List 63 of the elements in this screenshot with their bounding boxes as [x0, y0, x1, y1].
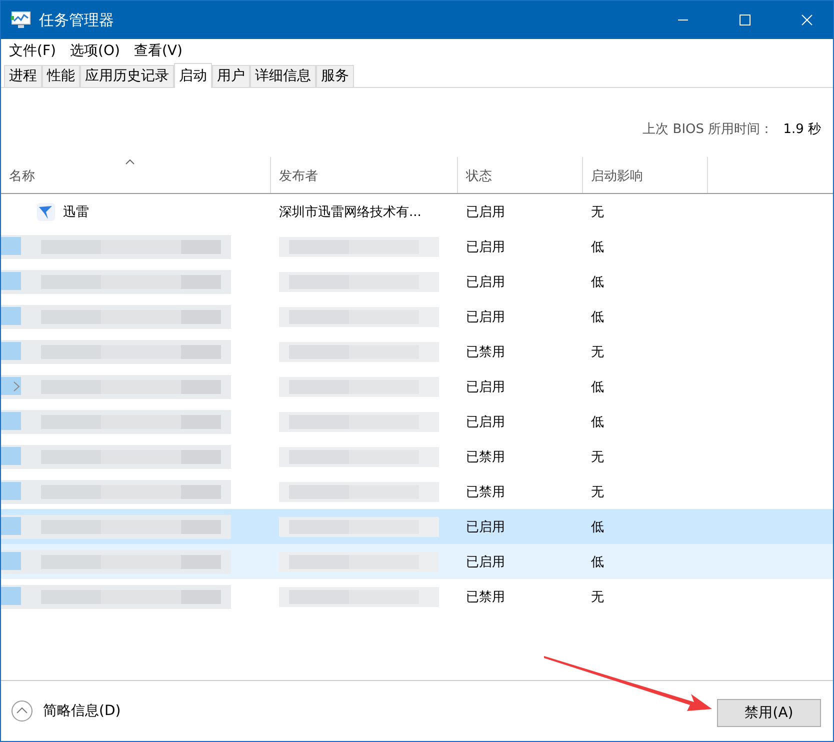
collapse-icon[interactable] [11, 700, 33, 722]
table-row[interactable]: 已启用 低 [1, 369, 833, 404]
impact-text: 低 [591, 274, 604, 290]
tab[interactable]: 性能 [42, 65, 80, 87]
impact-text: 低 [591, 554, 604, 570]
impact-text: 无 [591, 204, 604, 220]
column-header[interactable]: 启动影响 [583, 157, 708, 193]
table-row[interactable]: 已启用 低 [1, 264, 833, 299]
impact-text: 低 [591, 414, 604, 430]
table-row[interactable]: 已启用 低 [1, 299, 833, 334]
table-row[interactable]: 已禁用 无 [1, 579, 833, 614]
table-row[interactable]: 已禁用 无 [1, 334, 833, 369]
impact-text: 低 [591, 308, 604, 326]
bios-time-label: 上次 BIOS 所用时间： [642, 121, 774, 139]
status-text: 已启用 [466, 518, 505, 536]
tab[interactable]: 启动 [174, 63, 212, 88]
sort-caret-icon [125, 159, 135, 165]
impact-text: 无 [591, 448, 604, 466]
menu-item[interactable]: 文件(F) [9, 42, 56, 60]
impact-text: 低 [591, 238, 604, 256]
status-text: 已禁用 [466, 484, 505, 500]
table-row[interactable]: 已启用 低 [1, 229, 833, 264]
table-row[interactable]: 迅雷 深圳市迅雷网络技术有... 已启用 无 [1, 194, 833, 229]
close-icon[interactable] [801, 14, 813, 26]
table-row[interactable]: 已启用 低 [1, 404, 833, 439]
menu-item[interactable]: 选项(O) [70, 42, 120, 60]
impact-text: 无 [591, 588, 604, 606]
status-text: 已启用 [466, 204, 505, 220]
window-title: 任务管理器 [39, 10, 114, 30]
maximize-icon[interactable] [739, 14, 751, 26]
impact-text: 低 [591, 518, 604, 536]
fewer-details-link[interactable]: 简略信息(D) [43, 702, 121, 720]
publisher-text: 深圳市迅雷网络技术有... [279, 204, 422, 220]
status-text: 已启用 [466, 274, 505, 290]
column-header[interactable]: 状态 [458, 157, 583, 193]
status-text: 已启用 [466, 378, 505, 396]
status-text: 已启用 [466, 414, 505, 430]
app-name: 迅雷 [63, 204, 89, 220]
tab[interactable]: 详细信息 [250, 65, 316, 87]
status-text: 已禁用 [466, 448, 505, 466]
tab[interactable]: 进程 [4, 65, 42, 87]
table-row[interactable]: 已禁用 无 [1, 439, 833, 474]
monitor-chart-icon [11, 11, 31, 29]
impact-text: 低 [591, 378, 604, 396]
disable-button[interactable]: 禁用(A) [717, 699, 821, 727]
status-text: 已启用 [466, 554, 505, 570]
column-header[interactable]: 名称 [1, 157, 271, 193]
status-text: 已禁用 [466, 588, 505, 606]
status-text: 已禁用 [466, 344, 505, 360]
tab[interactable]: 服务 [316, 65, 354, 87]
impact-text: 无 [591, 344, 604, 360]
bird-icon [37, 202, 55, 220]
status-text: 已启用 [466, 238, 505, 256]
column-header[interactable]: 发布者 [271, 157, 458, 193]
table-row[interactable]: 已启用 低 [1, 544, 833, 579]
impact-text: 无 [591, 484, 604, 500]
menu-item[interactable]: 查看(V) [134, 42, 182, 60]
bios-time-value: 1.9 秒 [783, 121, 821, 139]
table-row[interactable]: 已禁用 无 [1, 474, 833, 509]
table-row[interactable]: 已启用 低 [1, 509, 833, 544]
tab[interactable]: 应用历史记录 [80, 65, 174, 87]
tab[interactable]: 用户 [212, 65, 250, 87]
status-text: 已启用 [466, 308, 505, 326]
